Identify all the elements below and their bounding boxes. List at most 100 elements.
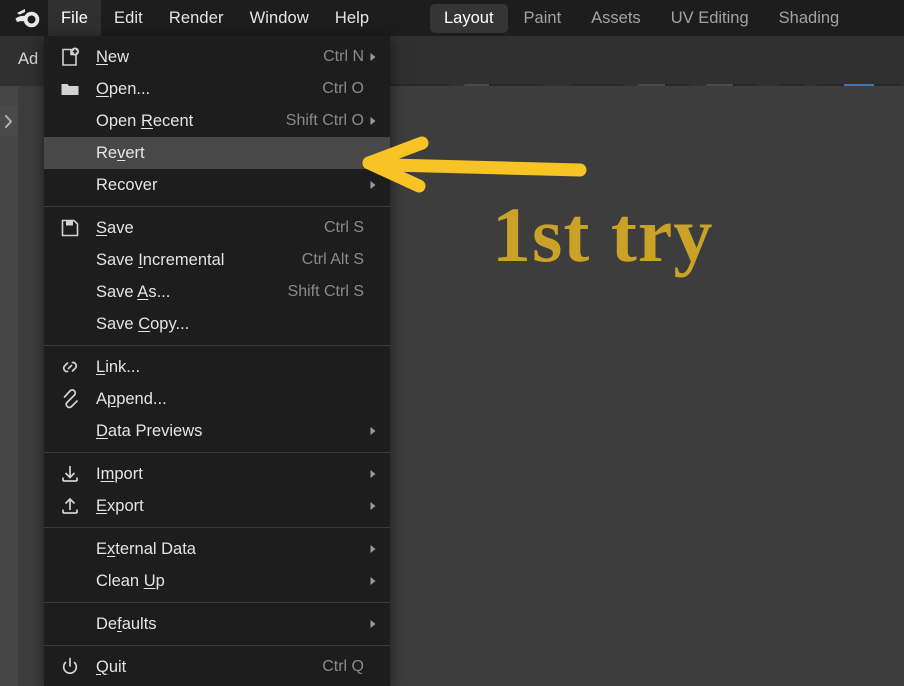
label-accesskey: m xyxy=(100,464,115,483)
menu-item-clean-up[interactable]: Clean Up xyxy=(44,565,390,597)
menu-item-icon-slot xyxy=(44,137,96,169)
menu-item-save-incremental[interactable]: Save Incremental Ctrl Alt S xyxy=(44,244,390,276)
menu-item-label: Import xyxy=(96,465,364,484)
label-post: aults xyxy=(121,614,157,633)
menu-item-quit[interactable]: Quit Ctrl Q xyxy=(44,651,390,683)
menu-item-icon-slot xyxy=(44,169,96,201)
tab-assets[interactable]: Assets xyxy=(577,4,655,33)
label-accesskey: E xyxy=(96,496,108,515)
label-post: pend... xyxy=(116,389,167,408)
menu-window[interactable]: Window xyxy=(237,0,322,36)
label-post: pen... xyxy=(108,79,151,98)
export-arrow-icon xyxy=(44,490,96,522)
submenu-arrow-icon xyxy=(364,500,380,512)
tab-paint[interactable]: Paint xyxy=(510,4,576,33)
menu-item-label: Link... xyxy=(96,358,364,377)
label-post: s... xyxy=(148,282,171,301)
label-accesskey: S xyxy=(96,218,108,237)
annotation-text: 1st try xyxy=(492,191,714,278)
menu-separator xyxy=(44,206,390,207)
menu-item-export[interactable]: Export xyxy=(44,490,390,522)
menu-item-new[interactable]: New Ctrl N xyxy=(44,41,390,73)
menu-item-open-recent[interactable]: Open Recent Shift Ctrl O xyxy=(44,105,390,137)
menu-item-save-as[interactable]: Save As... Shift Ctrl S xyxy=(44,276,390,308)
label-pre: A xyxy=(96,389,108,408)
menu-render[interactable]: Render xyxy=(156,0,237,36)
submenu-arrow-icon xyxy=(364,543,380,555)
menu-item-shortcut: Ctrl S xyxy=(324,219,364,236)
menu-item-save[interactable]: Save Ctrl S xyxy=(44,212,390,244)
label-accesskey: p xyxy=(107,389,117,408)
menu-item-label: New xyxy=(96,48,309,67)
menu-item-save-copy[interactable]: Save Copy... xyxy=(44,308,390,340)
menu-item-label: Save Incremental xyxy=(96,251,288,270)
label-accesskey: R xyxy=(140,111,153,130)
menu-item-external-data[interactable]: External Data xyxy=(44,533,390,565)
tab-layout[interactable]: Layout xyxy=(430,3,508,33)
menu-item-revert[interactable]: Revert xyxy=(44,137,390,169)
label-post: ncremental xyxy=(142,250,225,269)
menu-item-link[interactable]: Link... xyxy=(44,351,390,383)
menu-item-shortcut: Shift Ctrl S xyxy=(287,283,364,300)
menu-item-label: Revert xyxy=(96,144,364,163)
label-pre: Re xyxy=(96,143,118,162)
viewport-left-strip xyxy=(0,86,18,686)
open-folder-icon xyxy=(44,73,96,105)
menu-item-shortcut: Ctrl N xyxy=(323,48,364,65)
menu-item-recover[interactable]: Recover xyxy=(44,169,390,201)
menu-item-label: Save As... xyxy=(96,283,274,302)
menu-item-icon-slot xyxy=(44,244,96,276)
menu-item-shortcut: Shift Ctrl O xyxy=(285,112,364,129)
label-accesskey: Q xyxy=(96,657,109,676)
menu-separator xyxy=(44,345,390,346)
menu-item-label: External Data xyxy=(96,540,364,559)
menu-item-open[interactable]: Open... Ctrl O xyxy=(44,73,390,105)
menu-help[interactable]: Help xyxy=(322,0,382,36)
menu-item-icon-slot xyxy=(44,308,96,340)
submenu-arrow-icon xyxy=(364,468,380,480)
menu-item-import[interactable]: Import xyxy=(44,458,390,490)
viewport-sidebar-toggle[interactable] xyxy=(0,106,18,136)
label-post: ave xyxy=(107,218,134,237)
submenu-arrow-icon xyxy=(364,575,380,587)
menu-item-label: Quit xyxy=(96,658,308,677)
submenu-arrow-icon xyxy=(364,179,380,191)
submenu-arrow-icon xyxy=(364,115,380,127)
top-bar: File Edit Render Window Help Layout Paint Asse… xyxy=(0,0,904,36)
label-accesskey: C xyxy=(138,314,151,333)
label-accesskey: U xyxy=(143,571,156,590)
blender-logo-icon[interactable] xyxy=(12,6,46,30)
menu-item-label: Data Previews xyxy=(96,422,364,441)
tab-uv-editing[interactable]: UV Editing xyxy=(657,4,763,33)
label-post: xport xyxy=(107,496,144,515)
label-post: uit xyxy=(108,657,127,676)
label-pre: Save xyxy=(96,250,139,269)
new-file-icon xyxy=(44,41,96,73)
menu-item-label: Clean Up xyxy=(96,572,364,591)
menu-edit[interactable]: Edit xyxy=(101,0,156,36)
submenu-arrow-icon xyxy=(364,425,380,437)
submenu-arrow-icon xyxy=(364,618,380,630)
chevron-right-icon xyxy=(5,114,12,128)
menu-separator xyxy=(44,452,390,453)
menu-item-data-previews[interactable]: Data Previews xyxy=(44,415,390,447)
menu-item-icon-slot xyxy=(44,608,96,640)
menu-item-append[interactable]: Append... xyxy=(44,383,390,415)
menu-item-defaults[interactable]: Defaults xyxy=(44,608,390,640)
label-pre: Open xyxy=(96,111,141,130)
main-menu-bar: File Edit Render Window Help xyxy=(48,0,382,36)
menu-item-shortcut: Ctrl O xyxy=(322,80,364,97)
tab-shading[interactable]: Shading xyxy=(765,4,854,33)
workspace-tabs: Layout Paint Assets UV Editing Shading xyxy=(430,0,855,36)
menu-file[interactable]: File xyxy=(48,0,101,36)
label-post: ata Previews xyxy=(107,421,203,440)
label-pre: De xyxy=(96,614,118,633)
menu-item-label: Defaults xyxy=(96,615,364,634)
menu-item-icon-slot xyxy=(44,565,96,597)
menu-item-shortcut: Ctrl Alt S xyxy=(301,251,364,268)
label-post: ew xyxy=(107,47,130,66)
label-accesskey: L xyxy=(96,357,106,376)
menu-item-label: Save xyxy=(96,219,310,238)
menu-item-icon-slot xyxy=(44,533,96,565)
save-disk-icon xyxy=(44,212,96,244)
